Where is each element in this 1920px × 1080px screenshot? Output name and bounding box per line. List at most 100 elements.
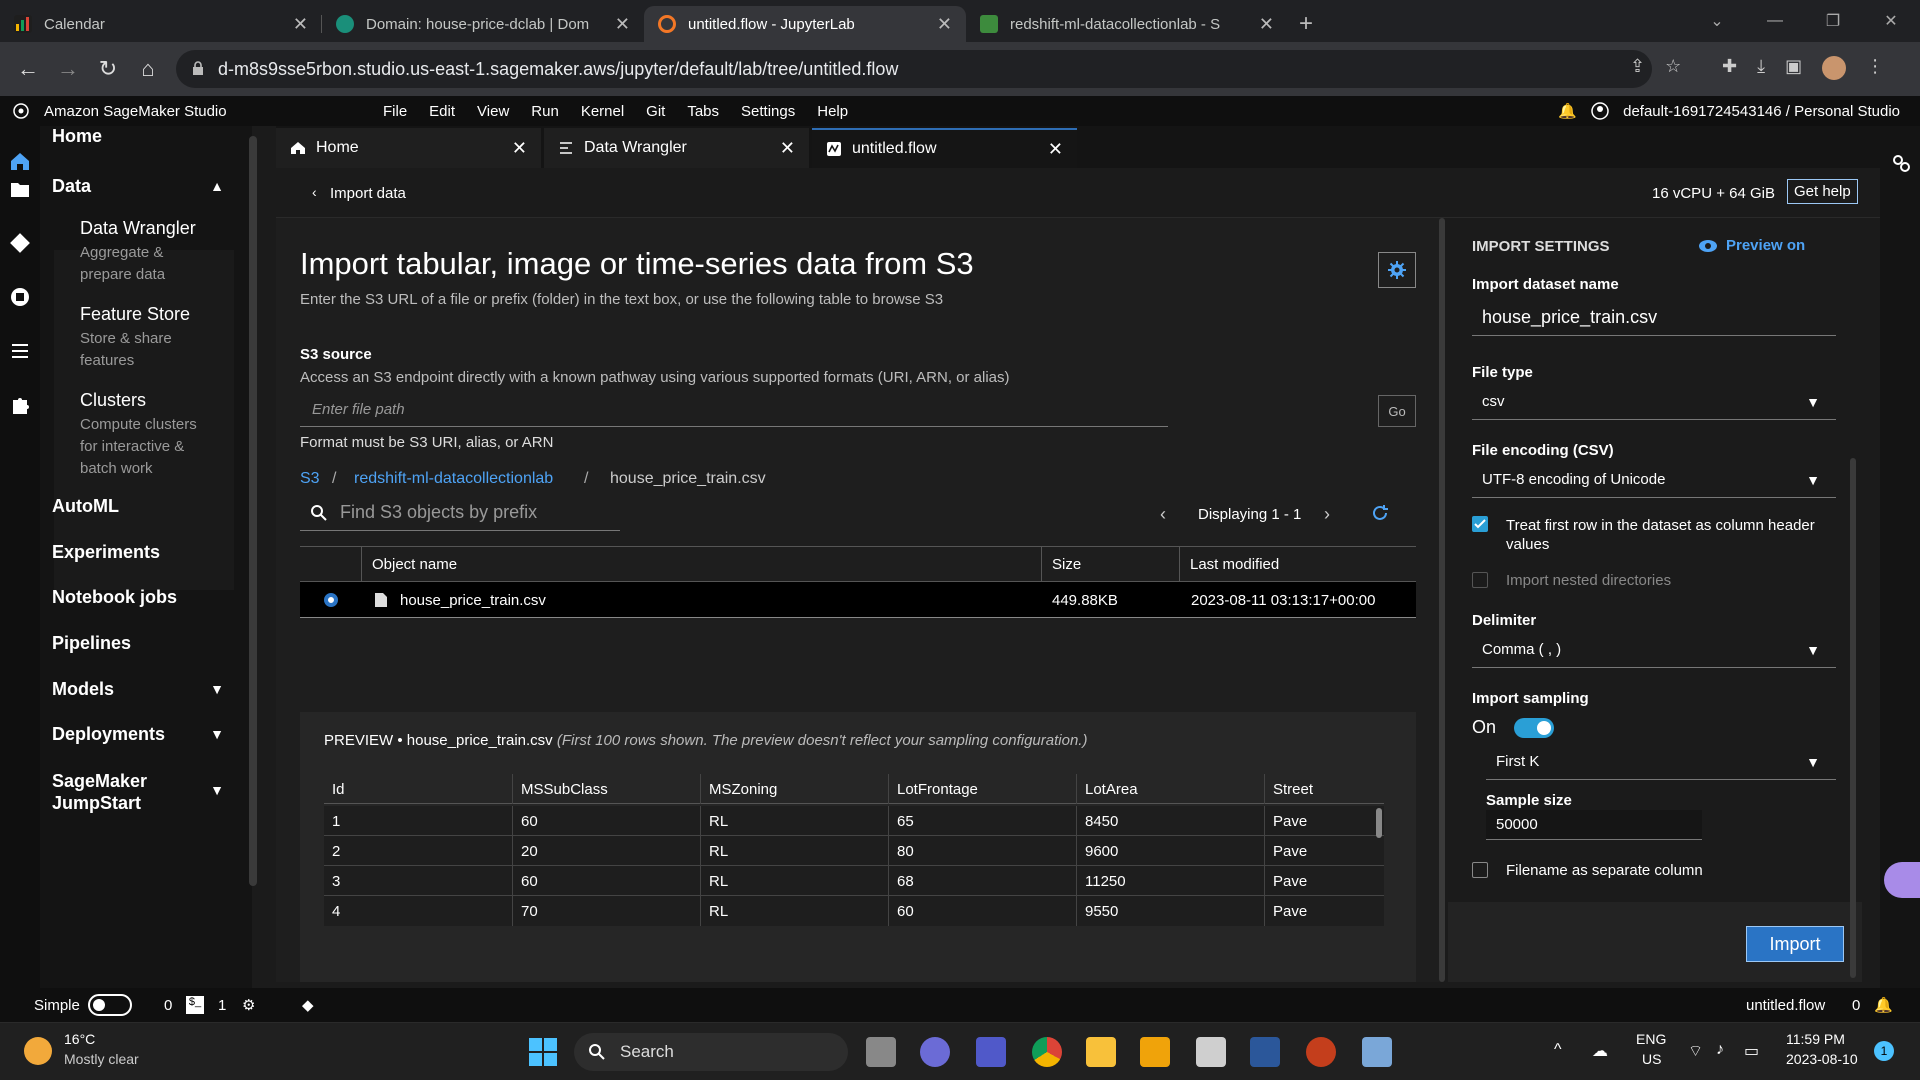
browser-tab-domain[interactable]: Domain: house-price-dclab | Dom ✕ <box>322 6 644 42</box>
resources-label[interactable]: 16 vCPU + 64 GiB <box>1652 185 1775 202</box>
kernel-gear-icon[interactable]: ⚙ <box>242 996 255 1014</box>
chevron-down-icon[interactable]: ▼ <box>210 782 224 798</box>
terminal-icon[interactable]: $_ <box>186 996 204 1014</box>
url-bar[interactable]: d-m8s9sse5rbon.studio.us-east-1.sagemake… <box>176 50 1652 88</box>
menu-view[interactable]: View <box>466 103 520 120</box>
home-icon[interactable]: ⌂ <box>128 56 168 82</box>
nav-notebook-jobs[interactable]: Notebook jobs <box>52 587 177 608</box>
row-radio[interactable] <box>324 593 338 607</box>
battery-icon[interactable]: ▭ <box>1744 1041 1759 1061</box>
reload-icon[interactable]: ↻ <box>88 56 128 82</box>
center-scrollbar[interactable] <box>1439 218 1445 982</box>
download-icon[interactable]: ⤓ <box>1757 56 1765 80</box>
nav-deployments[interactable]: Deployments <box>52 724 165 745</box>
menu-run[interactable]: Run <box>520 103 570 120</box>
share-icon[interactable]: ⇪ <box>1630 56 1645 77</box>
home-icon[interactable] <box>9 150 31 172</box>
bell-icon[interactable]: 🔔 <box>1558 102 1577 120</box>
windows-start-icon[interactable] <box>528 1037 558 1067</box>
menu-git[interactable]: Git <box>635 103 676 120</box>
close-icon[interactable]: ✕ <box>615 14 630 35</box>
chevron-up-icon[interactable]: ^ <box>1554 1041 1562 1059</box>
back-icon[interactable]: ← <box>8 56 48 82</box>
bell-icon[interactable]: 🔔 <box>1874 996 1893 1014</box>
chevron-down-icon[interactable]: ▼ <box>210 726 224 742</box>
import-button[interactable]: Import <box>1746 926 1844 962</box>
nested-dirs-checkbox[interactable] <box>1472 572 1488 588</box>
settings-button[interactable] <box>1378 252 1416 288</box>
tab-data-wrangler[interactable]: Data Wrangler ✕ <box>544 128 809 168</box>
list-icon[interactable] <box>9 340 31 362</box>
breadcrumb-bucket[interactable]: redshift-ml-datacollectionlab <box>354 470 553 488</box>
encoding-select[interactable]: UTF-8 encoding of Unicode ▼ <box>1472 462 1836 498</box>
profile-avatar[interactable] <box>1822 56 1847 80</box>
menu-tabs[interactable]: Tabs <box>676 103 730 120</box>
chevron-up-icon[interactable]: ▲ <box>210 178 224 194</box>
nav-data[interactable]: Data <box>52 176 91 197</box>
breadcrumb-s3[interactable]: S3 <box>300 470 320 488</box>
chevron-down-icon[interactable]: ⌄ <box>1688 11 1746 31</box>
delimiter-select[interactable]: Comma ( , ) ▼ <box>1472 632 1836 668</box>
sampling-method-select[interactable]: First K ▼ <box>1486 744 1836 780</box>
extensions-icon[interactable]: ✚ <box>1722 56 1737 80</box>
running-icon[interactable] <box>9 286 31 308</box>
menu-settings[interactable]: Settings <box>730 103 806 120</box>
region[interactable]: US <box>1642 1051 1661 1067</box>
wifi-icon[interactable]: ⌔ <box>1688 1041 1703 1061</box>
notification-badge[interactable]: 1 <box>1874 1041 1894 1061</box>
refresh-icon[interactable] <box>1371 504 1389 522</box>
settings-scrollbar[interactable] <box>1850 458 1856 978</box>
taskbar-search[interactable]: Search <box>574 1033 848 1071</box>
go-button[interactable]: Go <box>1378 395 1416 427</box>
chrome-icon[interactable] <box>1032 1037 1062 1067</box>
star-icon[interactable]: ☆ <box>1665 56 1681 77</box>
maximize-icon[interactable]: ❐ <box>1804 11 1862 31</box>
preview-scrollbar[interactable] <box>1376 808 1382 838</box>
close-window-icon[interactable]: ✕ <box>1862 11 1920 31</box>
sublime-icon[interactable] <box>1140 1037 1170 1067</box>
volume-icon[interactable]: ♪ <box>1716 1041 1724 1059</box>
extension-icon[interactable] <box>9 394 31 416</box>
menu-edit[interactable]: Edit <box>418 103 466 120</box>
close-icon[interactable]: ✕ <box>937 14 952 35</box>
simple-mode-toggle[interactable] <box>88 994 132 1016</box>
browser-tab-jupyterlab[interactable]: untitled.flow - JupyterLab ✕ <box>644 6 966 42</box>
close-icon[interactable]: ✕ <box>780 138 795 159</box>
filename-column-checkbox[interactable] <box>1472 862 1488 878</box>
sidepanel-icon[interactable]: ▣ <box>1785 56 1802 80</box>
more-icon[interactable]: ⋮ <box>1866 56 1884 80</box>
get-help-button[interactable]: Get help <box>1787 179 1858 204</box>
preview-toggle[interactable]: Preview on <box>1698 237 1805 254</box>
chevron-down-icon[interactable]: ▼ <box>210 681 224 697</box>
browser-tab-calendar[interactable]: Calendar ✕ <box>0 6 322 42</box>
nav-clusters[interactable]: Clusters <box>80 390 146 411</box>
sample-size-input[interactable]: 50000 <box>1486 810 1702 840</box>
property-inspector-icon[interactable] <box>1890 152 1912 174</box>
table-row[interactable]: house_price_train.csv 449.88KB 2023-08-1… <box>300 582 1416 618</box>
dataset-name-input[interactable]: house_price_train.csv <box>1472 300 1836 336</box>
folder-icon[interactable] <box>9 178 31 200</box>
git-icon[interactable] <box>9 232 31 254</box>
nav-jumpstart[interactable]: SageMaker JumpStart <box>52 770 182 814</box>
tab-untitled-flow[interactable]: untitled.flow ✕ <box>812 128 1077 168</box>
close-icon[interactable]: ✕ <box>1048 139 1063 160</box>
new-tab-button[interactable]: + <box>1288 6 1324 42</box>
chevron-right-icon[interactable]: › <box>1324 504 1330 525</box>
snipping-tool-icon[interactable] <box>1196 1037 1226 1067</box>
clock-date[interactable]: 2023-08-10 <box>1786 1051 1858 1067</box>
forward-icon[interactable]: → <box>48 56 88 82</box>
nav-experiments[interactable]: Experiments <box>52 542 160 563</box>
powerpoint-icon[interactable] <box>1306 1037 1336 1067</box>
file-path-input[interactable]: Enter file path <box>300 395 1168 427</box>
chevron-left-icon[interactable]: ‹ <box>1160 504 1166 525</box>
s3-search-input[interactable]: Find S3 objects by prefix <box>300 495 620 531</box>
nav-data-wrangler[interactable]: Data Wrangler <box>80 218 196 239</box>
chat-icon[interactable] <box>920 1037 950 1067</box>
menu-file[interactable]: File <box>372 103 418 120</box>
git-status-icon[interactable]: ◆ <box>302 996 314 1014</box>
user-label[interactable]: default-1691724543146 / Personal Studio <box>1623 103 1900 120</box>
tab-home[interactable]: Home ✕ <box>276 128 541 168</box>
language[interactable]: ENG <box>1636 1031 1666 1047</box>
file-explorer-icon[interactable] <box>1086 1037 1116 1067</box>
close-icon[interactable]: ✕ <box>1259 14 1274 35</box>
